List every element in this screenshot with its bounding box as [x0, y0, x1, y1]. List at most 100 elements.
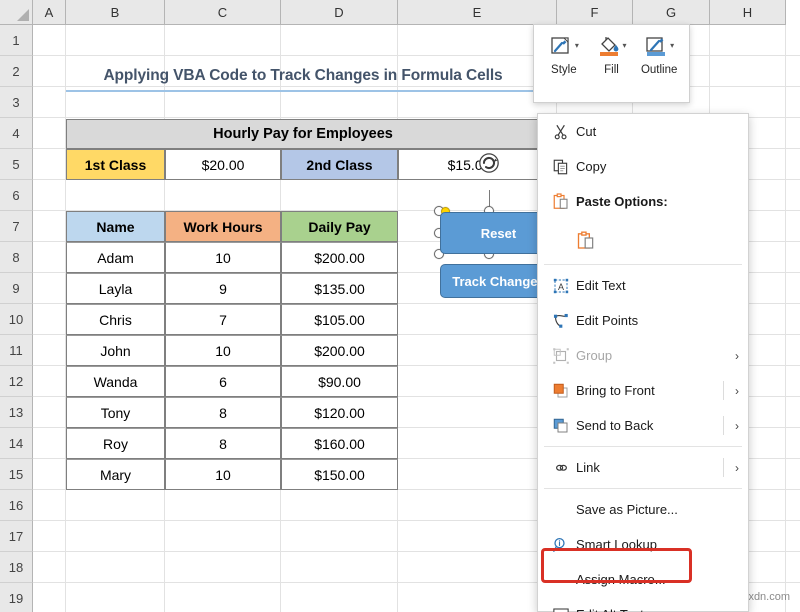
row-header-3[interactable]: 3	[0, 87, 33, 118]
column-header-b[interactable]: B	[66, 0, 165, 25]
row-header-12[interactable]: 12	[0, 366, 33, 397]
pay-value-1st-class: $20.00	[165, 149, 281, 180]
context-menu-divider-2	[544, 446, 742, 447]
context-menu-item-cut[interactable]: Cut	[538, 114, 748, 149]
row-header-4[interactable]: 4	[0, 118, 33, 149]
context-menu-item-edit-points[interactable]: Edit Points	[538, 303, 748, 338]
context-menu-item-bring-to-front[interactable]: Bring to Front ›	[538, 373, 748, 408]
context-menu-divider-3	[544, 488, 742, 489]
context-menu-label-group: Group	[576, 348, 726, 363]
employee-cell-work-hours: 9	[165, 273, 281, 304]
context-menu-item-edit-alt-text[interactable]: Edit Alt Text...	[538, 597, 748, 612]
employee-cell-name: Wanda	[66, 366, 165, 397]
row-header-15[interactable]: 15	[0, 459, 33, 490]
fill-dropdown-caret-icon[interactable]: ▾	[623, 42, 627, 50]
context-menu-item-copy[interactable]: Copy	[538, 149, 748, 184]
employee-cell-name: Chris	[66, 304, 165, 335]
context-menu-item-save-as-picture[interactable]: Save as Picture...	[538, 492, 748, 527]
context-menu-item-link[interactable]: Link ›	[538, 450, 748, 485]
context-menu-item-send-to-back[interactable]: Send to Back ›	[538, 408, 748, 443]
shape-button-reset-label: Reset	[481, 226, 516, 241]
mini-toolbar-label-style: Style	[551, 64, 577, 76]
send-to-back-icon	[546, 417, 576, 435]
scissors-icon	[546, 123, 576, 141]
row-header-8[interactable]: 8	[0, 242, 33, 273]
row-header-19[interactable]: 19	[0, 583, 33, 612]
column-header-d[interactable]: D	[281, 0, 398, 25]
row-header-13[interactable]: 13	[0, 397, 33, 428]
pay-value-2nd-class: $15.00	[398, 149, 540, 180]
column-header-g[interactable]: G	[633, 0, 710, 25]
row-header-9[interactable]: 9	[0, 273, 33, 304]
context-menu-label-edit-alt-text: Edit Alt Text...	[576, 607, 748, 612]
row-header-5[interactable]: 5	[0, 149, 33, 180]
context-menu-item-edit-text[interactable]: A Edit Text	[538, 268, 748, 303]
row-header-18[interactable]: 18	[0, 552, 33, 583]
employee-cell-daily-pay: $200.00	[281, 335, 398, 366]
employee-cell-daily-pay: $120.00	[281, 397, 398, 428]
employee-cell-work-hours: 7	[165, 304, 281, 335]
row-header-6[interactable]: 6	[0, 180, 33, 211]
title-underline	[66, 90, 540, 92]
employee-cell-work-hours: 8	[165, 397, 281, 428]
context-menu-paste-gallery[interactable]	[538, 219, 748, 261]
link-submenu-chevron-icon[interactable]: ›	[726, 461, 748, 475]
rotate-handle-icon[interactable]	[478, 152, 500, 174]
employee-cell-daily-pay: $105.00	[281, 304, 398, 335]
row-header-1[interactable]: 1	[0, 25, 33, 56]
context-menu-divider-1	[544, 264, 742, 265]
row-header-14[interactable]: 14	[0, 428, 33, 459]
paste-keep-formatting-icon[interactable]	[576, 230, 596, 251]
row-header-16[interactable]: 16	[0, 490, 33, 521]
context-menu-item-smart-lookup[interactable]: Smart Lookup	[538, 527, 748, 562]
edit-points-icon	[546, 312, 576, 330]
row-header-17[interactable]: 17	[0, 521, 33, 552]
context-menu-item-assign-macro[interactable]: Assign Macro...	[538, 562, 748, 597]
mini-toolbar-label-outline: Outline	[641, 64, 677, 76]
pay-table-header: Hourly Pay for Employees	[66, 119, 540, 149]
style-dropdown-caret-icon[interactable]: ▾	[575, 42, 579, 50]
excel-screenshot: Applying VBA Code to Track Changes in Fo…	[0, 0, 800, 612]
column-header-e[interactable]: E	[398, 0, 557, 25]
column-header-f[interactable]: F	[557, 0, 633, 25]
row-header-11[interactable]: 11	[0, 335, 33, 366]
context-menu-label-copy: Copy	[576, 159, 748, 174]
employee-cell-daily-pay: $160.00	[281, 428, 398, 459]
employee-cell-daily-pay: $135.00	[281, 273, 398, 304]
shape-outline-icon	[644, 34, 668, 58]
employee-cell-daily-pay: $150.00	[281, 459, 398, 490]
context-menu-label-save-as-picture: Save as Picture...	[576, 502, 748, 517]
column-header-h[interactable]: H	[710, 0, 786, 25]
mini-toolbar[interactable]: ▾ Style ▾ Fill	[533, 24, 690, 103]
select-all-corner[interactable]	[0, 0, 33, 25]
alt-text-icon	[546, 606, 576, 612]
outline-dropdown-caret-icon[interactable]: ▾	[670, 42, 674, 50]
bring-to-front-submenu-chevron-icon[interactable]: ›	[726, 384, 748, 398]
context-menu-label-edit-text: Edit Text	[576, 278, 748, 293]
row-header-10[interactable]: 10	[0, 304, 33, 335]
employee-cell-name: Tony	[66, 397, 165, 428]
employee-cell-work-hours: 10	[165, 242, 281, 273]
mini-toolbar-item-style[interactable]: ▾ Style	[540, 29, 588, 100]
context-menu-label-edit-points: Edit Points	[576, 313, 748, 328]
column-header-a[interactable]: A	[33, 0, 66, 25]
employee-cell-daily-pay: $90.00	[281, 366, 398, 397]
context-menu[interactable]: Cut Copy Paste Options:	[537, 113, 749, 612]
employee-cell-daily-pay: $200.00	[281, 242, 398, 273]
context-menu-label-send-to-back: Send to Back	[576, 418, 726, 433]
mini-toolbar-item-outline[interactable]: ▾ Outline	[635, 29, 683, 100]
mini-toolbar-label-fill: Fill	[604, 64, 619, 76]
page-title: Applying VBA Code to Track Changes in Fo…	[66, 62, 540, 90]
employee-cell-work-hours: 8	[165, 428, 281, 459]
row-header-2[interactable]: 2	[0, 56, 33, 87]
mini-toolbar-item-fill[interactable]: ▾ Fill	[588, 29, 636, 100]
employee-cell-name: Mary	[66, 459, 165, 490]
employee-col-header-work-hours: Work Hours	[165, 211, 281, 242]
employee-cell-work-hours: 10	[165, 335, 281, 366]
employee-cell-work-hours: 10	[165, 459, 281, 490]
context-menu-label-assign-macro: Assign Macro...	[576, 572, 748, 587]
send-to-back-submenu-chevron-icon[interactable]: ›	[726, 419, 748, 433]
link-icon	[546, 459, 576, 477]
row-header-7[interactable]: 7	[0, 211, 33, 242]
column-header-c[interactable]: C	[165, 0, 281, 25]
